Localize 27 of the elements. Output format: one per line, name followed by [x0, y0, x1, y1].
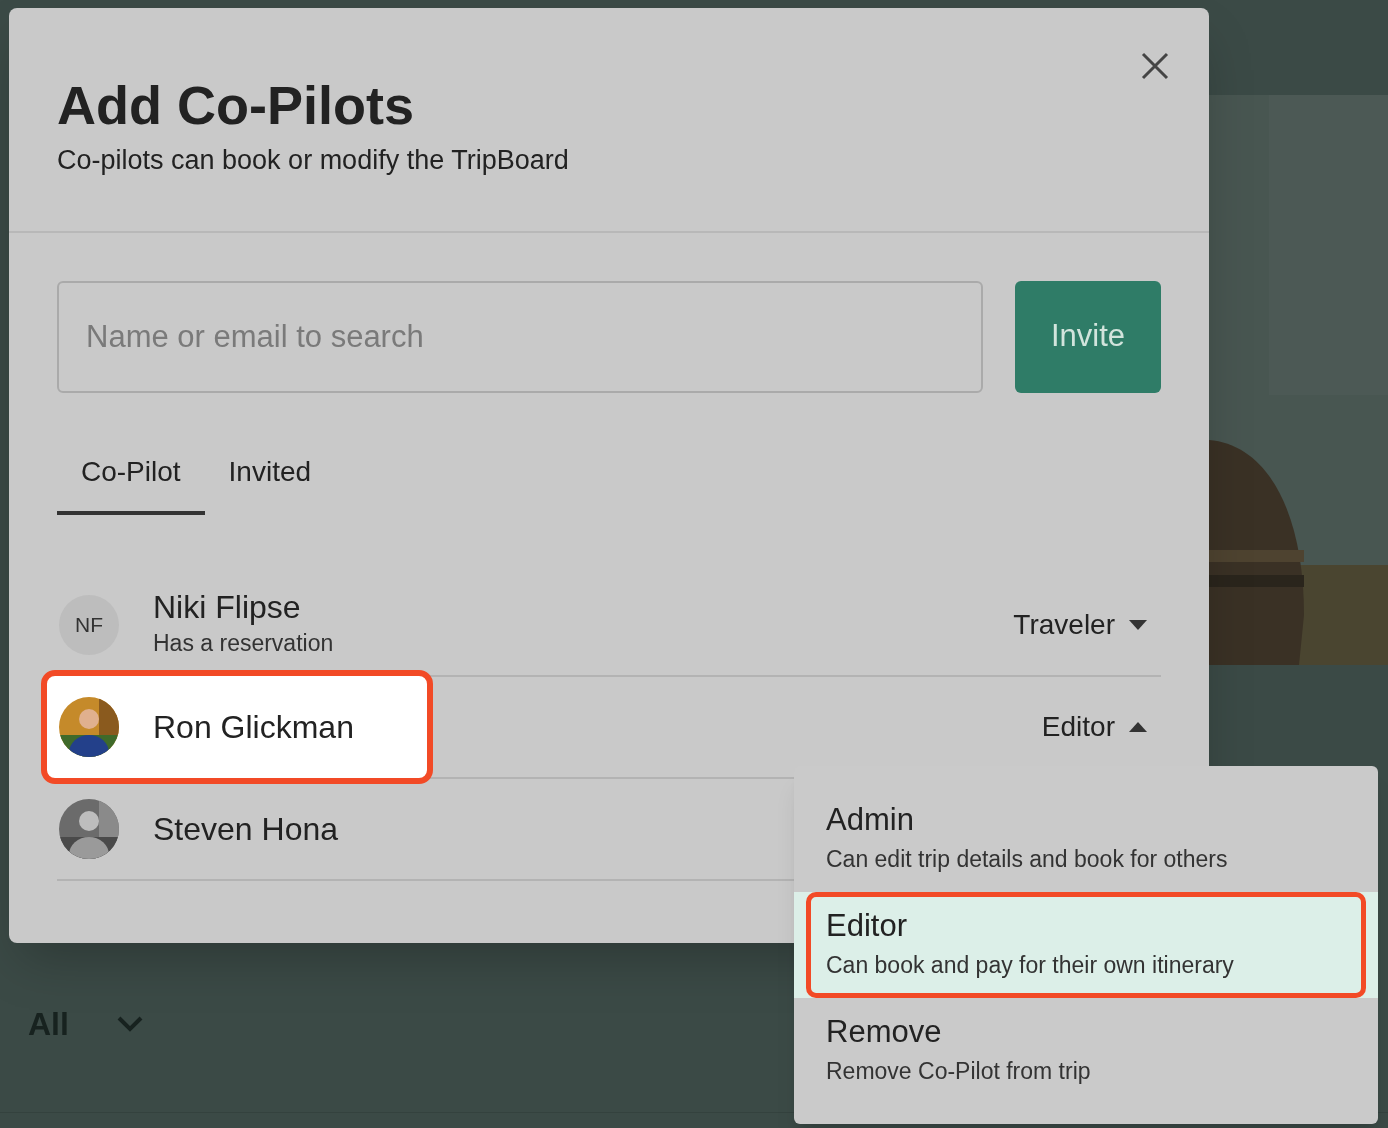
menu-item-description: Can edit trip details and book for others: [826, 844, 1229, 874]
menu-item-description: Remove Co-Pilot from trip: [826, 1056, 1092, 1086]
member-name: Niki Flipse: [153, 588, 302, 627]
close-icon: [1141, 52, 1169, 80]
tab[interactable]: Co-Pilot: [57, 432, 205, 515]
dialog-title: Add Co-Pilots: [57, 74, 415, 136]
invite-button[interactable]: Invite: [1015, 280, 1161, 393]
avatar: NF: [59, 594, 119, 655]
member-note: Has a reservation: [153, 629, 334, 659]
search-field[interactable]: Name or email to search: [57, 280, 983, 393]
member-name: Ron Glickman: [153, 707, 354, 746]
dialog-subtitle: Co-pilots can book or modify the TripBoard: [57, 144, 570, 177]
tab[interactable]: Invited: [204, 432, 336, 515]
close-button[interactable]: [1139, 50, 1171, 82]
menu-item[interactable]: Admin Can edit trip details and book for others: [794, 786, 1378, 892]
menu-item-description: Can book and pay for their own itinerary: [826, 950, 1235, 980]
member-name: Steven Hona: [153, 809, 338, 848]
caret-down-icon: [1129, 619, 1147, 630]
menu-item-title: Remove: [826, 1013, 943, 1050]
menu-item[interactable]: Editor Can book and pay for their own itinerary: [806, 892, 1366, 998]
role-dropdown[interactable]: Traveler: [1013, 603, 1147, 646]
chevron-down-icon: [116, 1016, 143, 1032]
menu-item-title: Admin: [826, 801, 915, 838]
menu-item[interactable]: Remove Remove Co-Pilot from trip: [794, 998, 1378, 1104]
caret-up-icon: [1129, 721, 1147, 732]
menu-item-title: Editor: [826, 907, 908, 944]
role-dropdown[interactable]: Editor: [1041, 705, 1147, 748]
